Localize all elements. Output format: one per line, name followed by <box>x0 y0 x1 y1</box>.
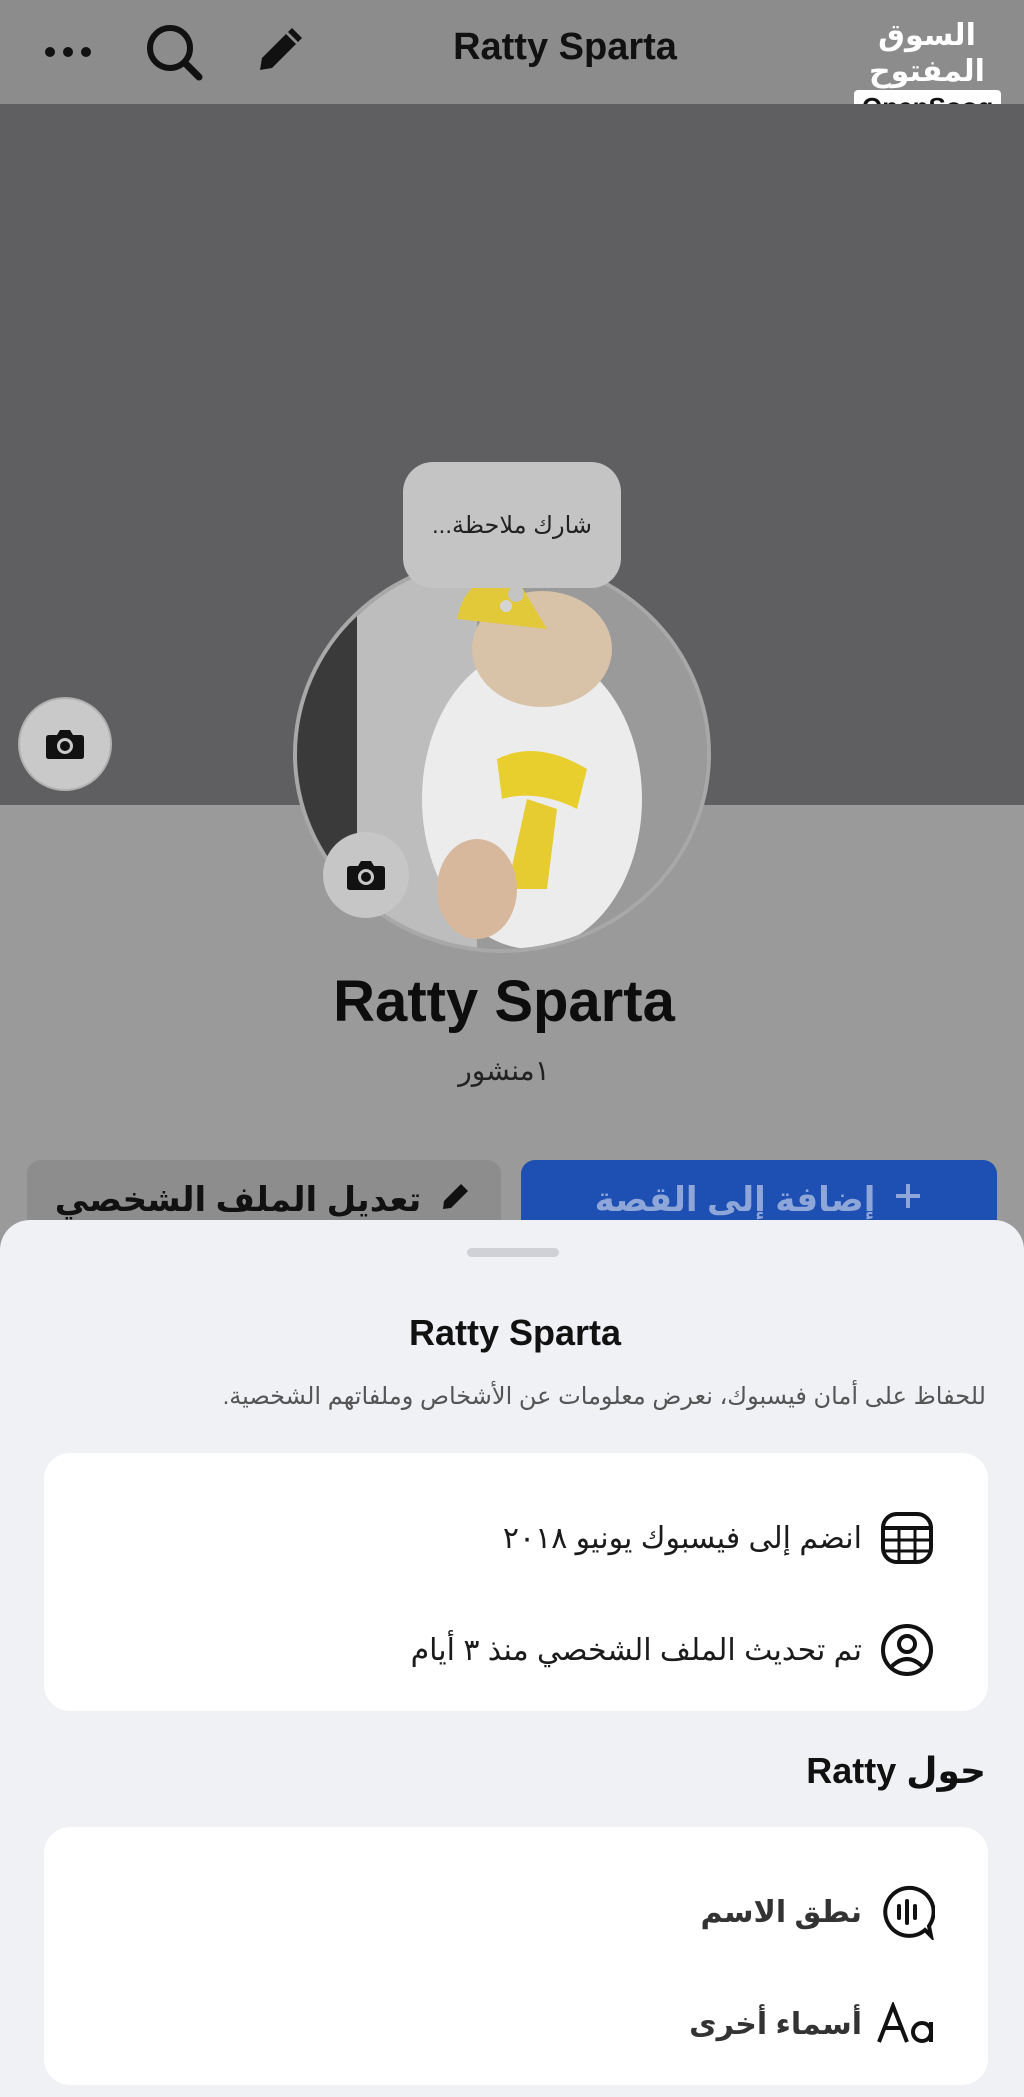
updated-row: تم تحديث الملف الشخصي منذ ٣ أيام <box>411 1615 938 1685</box>
about-card: نطق الاسم أسماء أخرى <box>44 1827 988 2085</box>
cover-camera-icon[interactable] <box>18 697 112 791</box>
sheet-subtitle: للحفاظ على أمان فيسبوك، نعرض معلومات عن … <box>222 1383 986 1410</box>
other-names-label: أسماء أخرى <box>689 2007 862 2041</box>
text-aa-icon <box>876 1993 938 2055</box>
sheet-drag-handle[interactable] <box>467 1248 559 1257</box>
posts-count[interactable]: ١منشور <box>0 1054 1008 1087</box>
updated-text: تم تحديث الملف الشخصي منذ ٣ أيام <box>410 1633 862 1667</box>
note-bubble-tail <box>508 586 524 602</box>
logo-arabic-text: السوق المفتوح <box>869 19 985 88</box>
profile-name: Ratty Sparta <box>333 969 675 1034</box>
name-pronunciation-row[interactable]: نطق الاسم <box>700 1877 938 1947</box>
edit-profile-label: تعديل الملف الشخصي <box>54 1181 422 1219</box>
about-heading: حول Ratty <box>806 1750 986 1791</box>
add-to-story-label: إضافة إلى القصة <box>594 1181 876 1219</box>
top-bar: Ratty Sparta السوق المفتوح OpenSooq <box>0 0 1024 124</box>
share-note-bubble[interactable]: شارك ملاحظة... <box>403 462 621 588</box>
other-names-row[interactable]: أسماء أخرى <box>689 1989 938 2059</box>
profile-circle-icon <box>876 1619 938 1681</box>
profile-camera-icon[interactable] <box>323 832 409 918</box>
profile-info-card: انضم إلى فيسبوك يونيو ٢٠١٨ تم تحديث المل… <box>44 1453 988 1711</box>
note-bubble-tail-small <box>500 600 512 612</box>
sheet-title: Ratty Sparta <box>408 1312 622 1353</box>
joined-row: انضم إلى فيسبوك يونيو ٢٠١٨ <box>503 1503 938 1573</box>
pencil-icon <box>439 1179 473 1222</box>
calendar-icon <box>876 1507 938 1569</box>
plus-icon <box>893 1181 923 1220</box>
name-pronunciation-icon <box>876 1881 938 1943</box>
name-pronunciation-label: نطق الاسم <box>700 1895 862 1929</box>
joined-text: انضم إلى فيسبوك يونيو ٢٠١٨ <box>502 1521 862 1555</box>
opensooq-logo: السوق المفتوح OpenSooq <box>854 18 1002 124</box>
profile-info-sheet: Ratty Sparta للحفاظ على أمان فيسبوك، نعر… <box>0 1220 1024 2097</box>
